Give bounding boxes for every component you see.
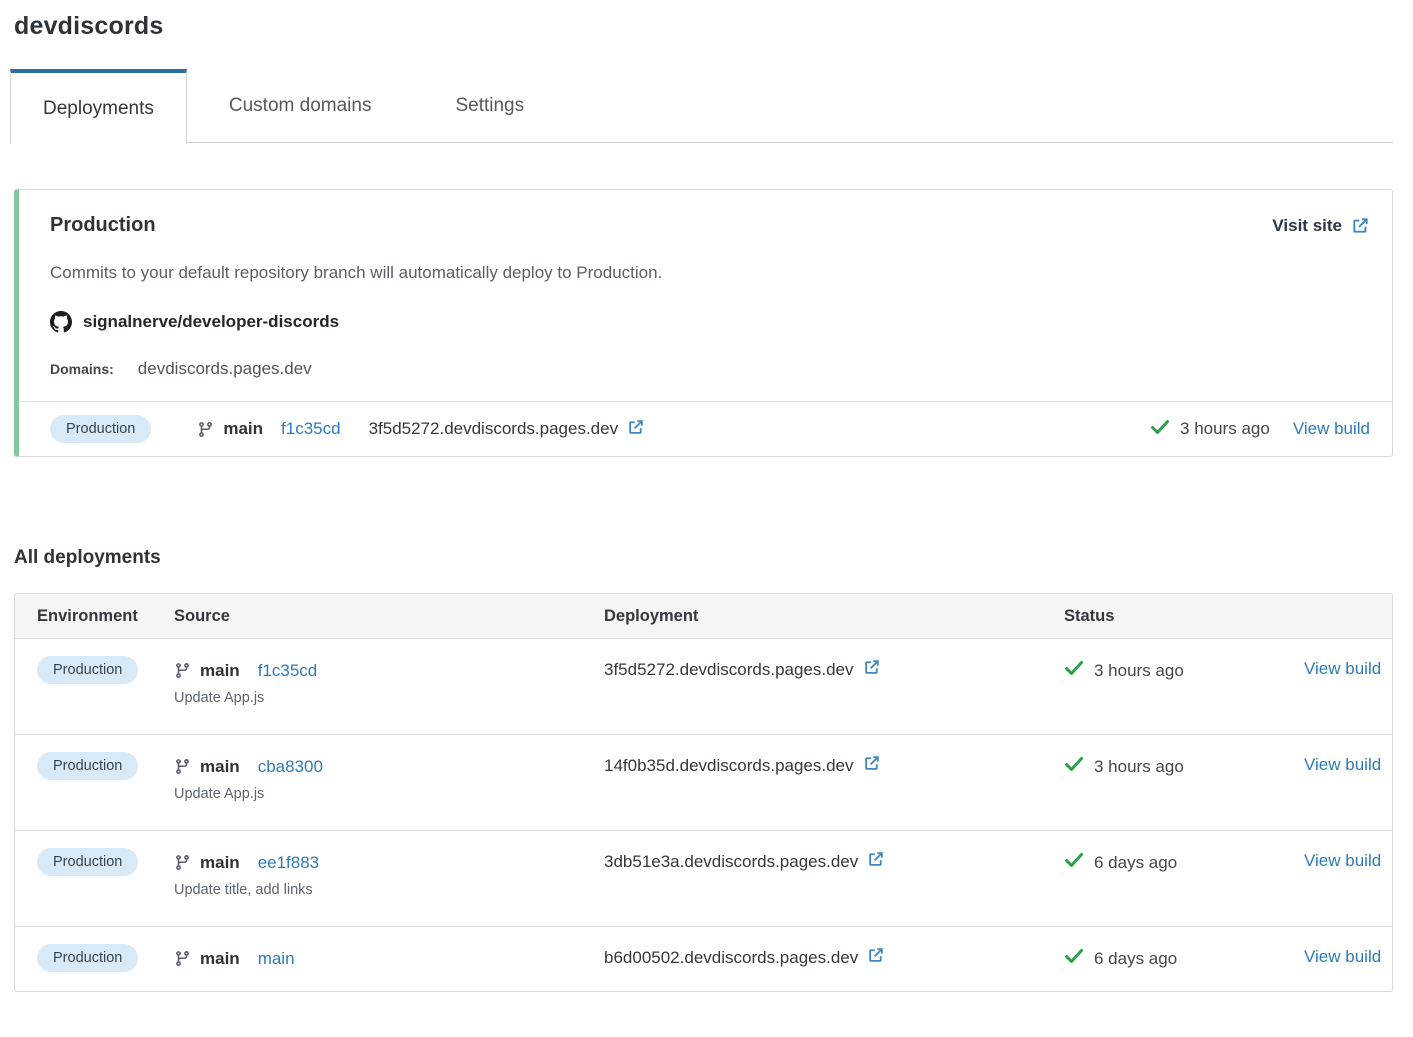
deployment-status: 6 days ago xyxy=(1064,946,1304,971)
external-link-icon xyxy=(1351,216,1370,235)
view-build-link[interactable]: View build xyxy=(1293,419,1370,439)
table-row: Production main cba8300 Update App.js 14… xyxy=(15,734,1392,830)
check-icon xyxy=(1064,754,1084,779)
view-build-link[interactable]: View build xyxy=(1304,851,1381,870)
status-time: 3 hours ago xyxy=(1094,661,1184,681)
page-title: devdiscords xyxy=(0,0,1413,41)
commit-link[interactable]: f1c35cd xyxy=(258,661,318,681)
production-card-description: Commits to your default repository branc… xyxy=(50,263,1370,283)
commit-message: Update title, add links xyxy=(174,882,604,898)
view-build-link[interactable]: View build xyxy=(1304,755,1381,774)
tab-deployments[interactable]: Deployments xyxy=(10,69,187,144)
check-icon xyxy=(1064,850,1084,875)
table-row: Production main f1c35cd Update App.js 3f… xyxy=(15,639,1392,734)
tab-deployments-label: Deployments xyxy=(43,98,154,120)
deployments-table-body: Production main f1c35cd Update App.js 3f… xyxy=(15,639,1392,991)
view-build-link[interactable]: View build xyxy=(1304,947,1381,966)
deployment-url-text[interactable]: 3f5d5272.devdiscords.pages.dev xyxy=(604,660,854,680)
source-line: main ee1f883 xyxy=(174,848,604,877)
domains-row: Domains: devdiscords.pages.dev xyxy=(50,359,1370,379)
source-line: main f1c35cd xyxy=(197,419,340,439)
branch-name: main xyxy=(200,853,240,873)
visit-site-link[interactable]: Visit site xyxy=(1272,216,1370,236)
deployment-url: b6d00502.devdiscords.pages.dev xyxy=(604,946,1064,969)
domains-value: devdiscords.pages.dev xyxy=(138,359,312,379)
deployment-url: 3db51e3a.devdiscords.pages.dev xyxy=(604,850,1064,873)
deployments-table: Environment Source Deployment Status Pro… xyxy=(14,593,1393,992)
tab-bar: Deployments Custom domains Settings xyxy=(10,69,1393,143)
environment-badge: Production xyxy=(50,415,151,443)
table-row: Production main ee1f883 Update title, ad… xyxy=(15,830,1392,926)
production-card-title: Production xyxy=(50,214,156,237)
deployment-url-text[interactable]: b6d00502.devdiscords.pages.dev xyxy=(604,948,858,968)
deployment-status: 3 hours ago xyxy=(1064,754,1304,779)
github-icon xyxy=(50,311,72,333)
external-link-icon[interactable] xyxy=(627,418,645,441)
deployments-table-header: Environment Source Deployment Status xyxy=(15,594,1392,639)
commit-link[interactable]: cba8300 xyxy=(258,757,323,777)
deployment-url: 3f5d5272.devdiscords.pages.dev xyxy=(369,418,646,441)
deployment-url: 14f0b35d.devdiscords.pages.dev xyxy=(604,754,1064,777)
commit-link[interactable]: main xyxy=(258,949,295,969)
column-header-environment: Environment xyxy=(15,607,174,626)
visit-site-label: Visit site xyxy=(1272,216,1342,236)
pages-project-page: devdiscords Deployments Custom domains S… xyxy=(0,0,1413,1037)
tab-custom-domains-label: Custom domains xyxy=(229,95,372,117)
deployment-url-text[interactable]: 3db51e3a.devdiscords.pages.dev xyxy=(604,852,858,872)
production-deployment-row: Production main f1c35cd 3f5d5272.devdisc… xyxy=(19,401,1392,456)
git-branch-icon xyxy=(174,662,191,679)
check-icon xyxy=(1150,417,1170,442)
source-line: main main xyxy=(174,944,604,973)
column-header-source: Source xyxy=(174,607,604,626)
external-link-icon[interactable] xyxy=(867,850,885,873)
table-row: Production main main b6d00502.devdiscord… xyxy=(15,926,1392,991)
repo-row: signalnerve/developer-discords xyxy=(50,311,1370,333)
external-link-icon[interactable] xyxy=(867,946,885,969)
environment-badge: Production xyxy=(37,848,138,876)
environment-badge: Production xyxy=(37,656,138,684)
status-time: 6 days ago xyxy=(1094,853,1177,873)
tab-custom-domains[interactable]: Custom domains xyxy=(187,69,414,142)
status-time: 3 hours ago xyxy=(1180,419,1270,439)
commit-message: Update App.js xyxy=(174,690,604,706)
check-icon xyxy=(1064,946,1084,971)
external-link-icon[interactable] xyxy=(863,658,881,681)
repo-link[interactable]: signalnerve/developer-discords xyxy=(83,312,339,332)
source-line: main cba8300 xyxy=(174,752,604,781)
column-header-status: Status xyxy=(1064,607,1304,626)
status-time: 6 days ago xyxy=(1094,949,1177,969)
commit-link[interactable]: f1c35cd xyxy=(281,419,341,439)
all-deployments-heading: All deployments xyxy=(14,547,1413,569)
branch-name: main xyxy=(200,949,240,969)
deployment-url: 3f5d5272.devdiscords.pages.dev xyxy=(604,658,1064,681)
deployment-status: 3 hours ago xyxy=(1064,658,1304,683)
column-header-deployment: Deployment xyxy=(604,607,1064,626)
commit-link[interactable]: ee1f883 xyxy=(258,853,319,873)
environment-badge: Production xyxy=(37,944,138,972)
deployment-status: 6 days ago xyxy=(1064,850,1304,875)
branch-name: main xyxy=(223,419,263,439)
status-time: 3 hours ago xyxy=(1094,757,1184,777)
check-icon xyxy=(1064,658,1084,683)
branch-name: main xyxy=(200,661,240,681)
git-branch-icon xyxy=(174,758,191,775)
commit-message: Update App.js xyxy=(174,786,604,802)
tab-settings-label: Settings xyxy=(455,95,524,117)
deployment-url-text[interactable]: 14f0b35d.devdiscords.pages.dev xyxy=(604,756,854,776)
git-branch-icon xyxy=(197,421,214,438)
source-line: main f1c35cd xyxy=(174,656,604,685)
tab-settings[interactable]: Settings xyxy=(413,69,566,142)
git-branch-icon xyxy=(174,950,191,967)
domains-label: Domains: xyxy=(50,361,114,377)
git-branch-icon xyxy=(174,854,191,871)
environment-badge: Production xyxy=(37,752,138,780)
production-card: Production Visit site Commits to your de… xyxy=(14,189,1393,457)
deployment-status: 3 hours ago xyxy=(1150,417,1270,442)
view-build-link[interactable]: View build xyxy=(1304,659,1381,678)
external-link-icon[interactable] xyxy=(863,754,881,777)
branch-name: main xyxy=(200,757,240,777)
deployment-url-text[interactable]: 3f5d5272.devdiscords.pages.dev xyxy=(369,419,619,439)
